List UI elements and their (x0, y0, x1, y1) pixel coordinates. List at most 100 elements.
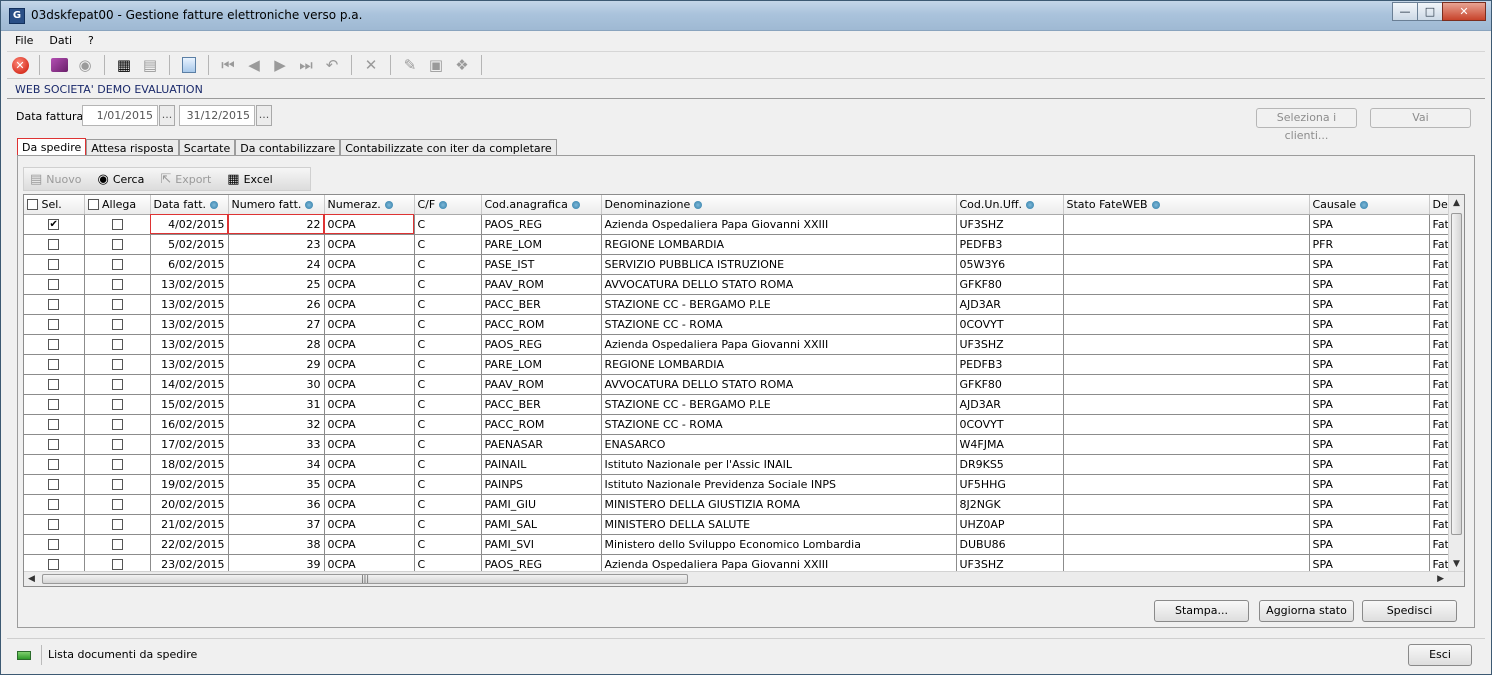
cell-code[interactable]: PACC_BER (481, 294, 602, 315)
row-select-checkbox[interactable] (48, 359, 60, 370)
date-to-picker-button[interactable]: ... (256, 105, 272, 126)
row-select-cell[interactable] (24, 514, 85, 535)
cell-code[interactable]: PARE_LOM (481, 234, 602, 255)
row-attach-checkbox[interactable] (111, 359, 123, 370)
cell-cf[interactable]: C (414, 394, 482, 415)
select-clients-button[interactable]: Seleziona i clienti... (1256, 108, 1357, 142)
cell-causale[interactable]: SPA (1309, 514, 1430, 535)
cell-cf[interactable]: C (414, 214, 482, 235)
cell-uff[interactable]: DR9KS5 (956, 454, 1064, 475)
excel-button[interactable]: ▦ Excel (227, 172, 272, 187)
cell-num[interactable]: 37 (228, 514, 325, 535)
cell-date[interactable]: 17/02/2015 (150, 434, 229, 455)
cell-cf[interactable]: C (414, 294, 482, 315)
row-attach-checkbox[interactable] (111, 319, 123, 330)
row-select-checkbox[interactable] (48, 419, 60, 430)
cell-numeraz[interactable]: 0CPA (324, 414, 415, 435)
cell-num[interactable]: 36 (228, 494, 325, 515)
row-select-cell[interactable] (24, 394, 85, 415)
cell-code[interactable]: PACC_ROM (481, 414, 602, 435)
scroll-left-icon[interactable]: ◀ (28, 574, 35, 584)
cell-causale[interactable]: SPA (1309, 354, 1430, 375)
cell-stato[interactable] (1063, 474, 1310, 495)
col-sel[interactable]: Sel. (24, 195, 85, 215)
tree-icon[interactable]: ❖ (451, 54, 473, 76)
row-attach-cell[interactable] (84, 514, 151, 535)
cell-uff[interactable]: AJD3AR (956, 294, 1064, 315)
cell-date[interactable]: 13/02/2015 (150, 274, 229, 295)
row-attach-cell[interactable] (84, 354, 151, 375)
cell-date[interactable]: 22/02/2015 (150, 534, 229, 555)
cell-date[interactable]: 16/02/2015 (150, 414, 229, 435)
cell-numeraz[interactable]: 0CPA (324, 234, 415, 255)
cell-date[interactable]: 14/02/2015 (150, 374, 229, 395)
cell-numeraz[interactable]: 0CPA (324, 374, 415, 395)
previous-record-icon[interactable]: ◀ (243, 54, 265, 76)
cell-num[interactable]: 34 (228, 454, 325, 475)
cell-stato[interactable] (1063, 374, 1310, 395)
table-row[interactable]: 17/02/2015 33 0CPA C PAENASAR ENASARCO W4FJMA S… (24, 434, 1460, 455)
cell-code[interactable]: PARE_LOM (481, 354, 602, 375)
cell-uff[interactable]: 8J2NGK (956, 494, 1064, 515)
row-attach-cell[interactable] (84, 234, 151, 255)
cell-cf[interactable]: C (414, 254, 482, 275)
row-attach-cell[interactable] (84, 254, 151, 275)
cell-causale[interactable]: PFR (1309, 234, 1430, 255)
table-row[interactable]: 13/02/2015 26 0CPA C PACC_BER STAZIONE CC - B… (24, 294, 1460, 315)
row-select-checkbox[interactable] (48, 559, 60, 570)
row-attach-cell[interactable] (84, 374, 151, 395)
row-select-checkbox[interactable] (48, 399, 60, 410)
cell-num[interactable]: 22 (228, 214, 325, 235)
cell-name[interactable]: AVVOCATURA DELLO STATO ROMA (601, 274, 957, 295)
cell-cf[interactable]: C (414, 494, 482, 515)
close-icon[interactable]: ✕ (1442, 2, 1486, 21)
attach-all-checkbox[interactable] (87, 199, 99, 211)
cell-cf[interactable]: C (414, 234, 482, 255)
row-select-cell[interactable] (24, 234, 85, 255)
tab-da-contabilizzare[interactable]: Da contabilizzare (235, 139, 341, 156)
cell-date[interactable]: 6/02/2015 (150, 254, 229, 275)
row-select-checkbox[interactable] (48, 379, 60, 390)
send-button[interactable]: Spedisci (1362, 600, 1457, 622)
cell-name[interactable]: Istituto Nazionale per l'Assic INAIL (601, 454, 957, 475)
cell-causale[interactable]: SPA (1309, 254, 1430, 275)
row-attach-cell[interactable] (84, 534, 151, 555)
row-attach-cell[interactable] (84, 334, 151, 355)
cell-num[interactable]: 35 (228, 474, 325, 495)
table-row[interactable]: 13/02/2015 25 0CPA C PAAV_ROM AVVOCATURA DELL… (24, 274, 1460, 295)
row-select-checkbox[interactable] (48, 279, 60, 290)
row-select-cell[interactable] (24, 494, 85, 515)
date-to-input[interactable]: 31/12/2015 (179, 105, 255, 126)
cell-name[interactable]: MINISTERO DELLA SALUTE (601, 514, 957, 535)
cell-num[interactable]: 26 (228, 294, 325, 315)
row-select-cell[interactable] (24, 294, 85, 315)
first-record-icon[interactable]: ⏮ (217, 54, 239, 76)
cell-date[interactable]: 18/02/2015 (150, 454, 229, 475)
cell-num[interactable]: 33 (228, 434, 325, 455)
row-attach-cell[interactable] (84, 274, 151, 295)
cell-date[interactable]: 4/02/2015 (150, 214, 229, 235)
cell-code[interactable]: PAAV_ROM (481, 274, 602, 295)
row-attach-checkbox[interactable] (111, 279, 123, 290)
cell-code[interactable]: PACC_ROM (481, 314, 602, 335)
row-select-cell[interactable] (24, 474, 85, 495)
cell-cf[interactable]: C (414, 314, 482, 335)
select-all-checkbox[interactable] (27, 199, 38, 211)
cell-name[interactable]: STAZIONE CC - BERGAMO P.LE (601, 294, 957, 315)
cell-uff[interactable]: UF3SHZ (956, 214, 1064, 235)
cell-date[interactable]: 13/02/2015 (150, 354, 229, 375)
row-attach-cell[interactable] (84, 494, 151, 515)
cell-causale[interactable]: SPA (1309, 414, 1430, 435)
cell-stato[interactable] (1063, 454, 1310, 475)
row-attach-checkbox[interactable] (111, 439, 123, 450)
cell-date[interactable]: 19/02/2015 (150, 474, 229, 495)
search-document-icon[interactable]: ▦ (113, 54, 135, 76)
new-button[interactable]: ▤ Nuovo (30, 172, 81, 187)
col-cf[interactable]: C/F (414, 195, 482, 215)
cell-numeraz[interactable]: 0CPA (324, 314, 415, 335)
row-select-cell[interactable] (24, 454, 85, 475)
cell-name[interactable]: ENASARCO (601, 434, 957, 455)
cell-cf[interactable]: C (414, 354, 482, 375)
row-attach-checkbox[interactable] (111, 559, 123, 570)
cell-name[interactable]: Azienda Ospedaliera Papa Giovanni XXIII (601, 214, 957, 235)
